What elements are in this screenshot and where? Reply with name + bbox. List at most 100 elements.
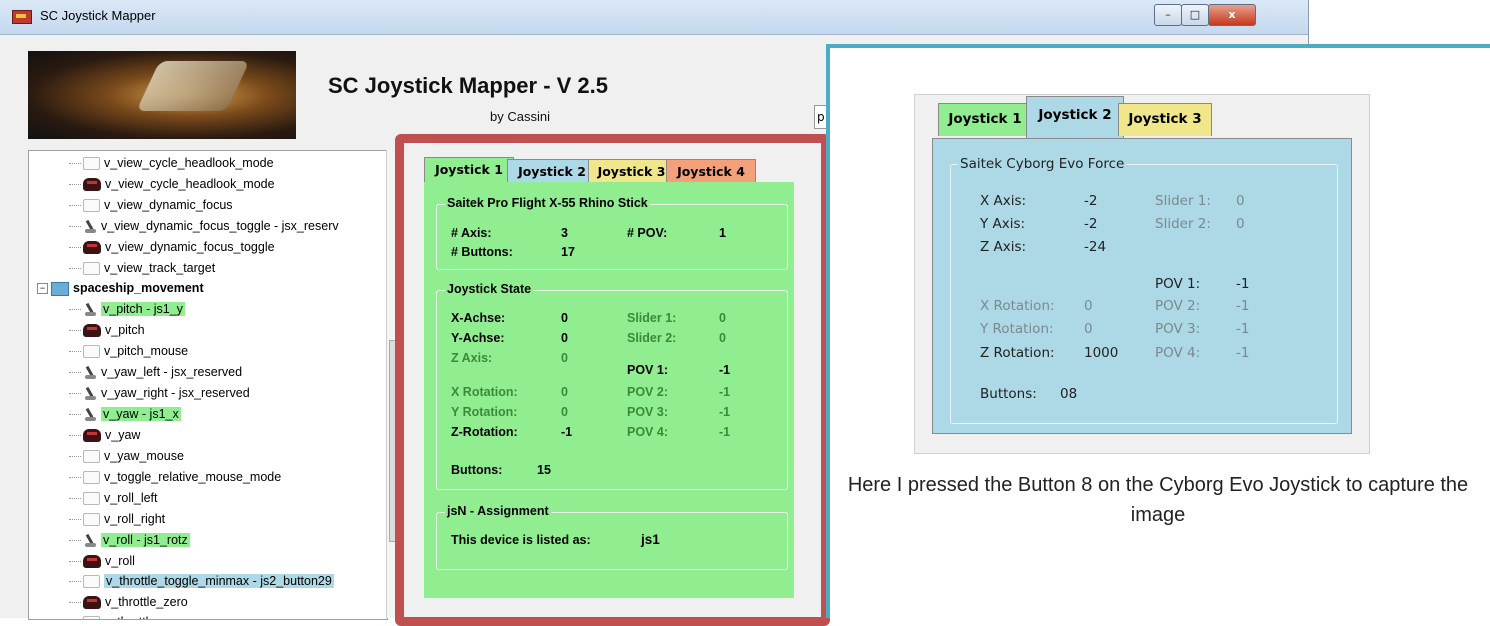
gamepad-icon [83,596,101,610]
tree-item[interactable]: v_roll [69,551,135,571]
overlay-tab-joystick-2[interactable]: Joystick 2 [1026,96,1124,139]
tree-item[interactable]: v_view_dynamic_focus_toggle - jsx_reserv [69,216,339,236]
tree-item-label: v_view_dynamic_focus [104,198,233,212]
keyboard-icon [83,157,100,171]
keyboard-icon [83,575,100,589]
overlay-pov-2-value: -1 [1236,298,1250,314]
tree-item[interactable]: v_view_cycle_headlook_mode [69,174,275,194]
overlay-tab-joystick-3[interactable]: Joystick 3 [1118,103,1212,136]
overlay-pov-4-value: -1 [1236,345,1250,361]
tree-item-label: v_roll [105,554,135,568]
gamepad-icon [83,178,101,192]
tree-item[interactable]: v_pitch - js1_y [69,299,185,319]
overlay-y-axis-label: Y Axis: [980,216,1026,232]
y-axis-value: 0 [561,331,568,345]
tree-item[interactable]: v_throttle_zero [69,612,187,619]
pov-2-label: POV 2: [627,385,668,399]
assignment-title: jsN - Assignment [445,504,551,518]
tree-item[interactable]: v_view_dynamic_focus_toggle [69,237,275,257]
device-name: Saitek Pro Flight X-55 Rhino Stick [445,196,650,210]
tree-group-spaceship-movement[interactable]: − spaceship_movement [37,278,204,298]
overlay-pov-1-value: -1 [1236,276,1250,292]
tree-item-label: v_view_cycle_headlook_mode [105,177,275,191]
action-tree[interactable]: v_view_cycle_headlook_mode v_view_cycle_… [28,150,388,620]
tree-item[interactable]: v_roll - js1_rotz [69,530,190,550]
z-rotation-label: Z-Rotation: [451,425,518,439]
z-axis-value: 0 [561,351,568,365]
tree-item-label: v_yaw_left - jsx_reserved [101,365,243,379]
tab-joystick-2[interactable]: Joystick 2 [507,159,597,184]
tree-item[interactable]: v_yaw - js1_x [69,404,181,424]
keyboard-icon [83,513,100,527]
tree-item-label: v_roll_right [104,512,166,526]
z-axis-label: Z Axis: [451,351,493,365]
overlay-buttons-value: 08 [1060,386,1078,402]
close-button[interactable]: x [1208,4,1256,26]
tree-item[interactable]: v_yaw [69,425,140,445]
tree-item[interactable]: v_view_dynamic_focus [69,195,233,215]
tree-item[interactable]: v_pitch [69,320,145,340]
overlay-y-rotation-value: 0 [1084,321,1093,337]
tree-item[interactable]: v_yaw_right - jsx_reserved [69,383,250,403]
tree-item-label: v_view_track_target [104,261,216,275]
axis-count-label: # Axis: [451,226,492,240]
assignment-value: js1 [641,532,660,547]
title-bar[interactable]: SC Joystick Mapper – □ x [0,0,1308,35]
joystick-icon [83,408,97,422]
pov-4-label: POV 4: [627,425,668,439]
collapse-toggle[interactable]: − [37,283,48,295]
keyboard-icon [83,450,100,464]
tree-item-label: v_toggle_relative_mouse_mode [104,470,282,484]
tree-item[interactable]: v_view_track_target [69,258,215,278]
tab-joystick-3[interactable]: Joystick 3 [588,159,675,184]
joystick-icon [83,220,97,234]
axis-count-value: 3 [561,226,568,240]
folder-icon [51,281,69,296]
tree-item[interactable]: v_throttle_toggle_minmax - js2_button29 [69,571,334,591]
overlay-pov-2-label: POV 2: [1155,298,1201,314]
minimize-button[interactable]: – [1154,4,1182,26]
tab-joystick-1[interactable]: Joystick 1 [424,157,514,183]
overlay-pov-3-value: -1 [1236,321,1250,337]
tree-item-label: v_pitch_mouse [104,344,189,358]
tree-item[interactable]: v_view_cycle_headlook_mode [69,153,274,173]
tree-item[interactable]: v_pitch_mouse [69,341,188,361]
joystick-icon [83,366,97,380]
tree-item[interactable]: v_roll_left [69,488,158,508]
overlay-x-rotation-value: 0 [1084,298,1093,314]
tree-item-label: v_roll_left [104,491,158,505]
keyboard-icon [83,199,100,213]
assignment-group: jsN - Assignment This device is listed a… [436,504,788,570]
tree-group-label: spaceship_movement [73,281,204,295]
overlay-pov-3-label: POV 3: [1155,321,1201,337]
tree-item-label: v_roll - js1_rotz [101,533,190,547]
x-rotation-value: 0 [561,385,568,399]
tab-joystick-4[interactable]: Joystick 4 [666,159,756,184]
slider-1-value: 0 [719,311,726,325]
overlay-tab-joystick-1[interactable]: Joystick 1 [938,103,1032,136]
overlay-slider-2-label: Slider 2: [1155,216,1211,232]
joystick-panel: Saitek Pro Flight X-55 Rhino Stick # Axi… [424,182,794,598]
pov-1-value: -1 [719,363,731,377]
pov-count-label: # POV: [627,226,668,240]
gamepad-icon [83,241,101,255]
overlay-z-axis-value: -24 [1084,239,1107,255]
tree-item[interactable]: v_roll_right [69,509,165,529]
overlay-x-rotation-label: X Rotation: [980,298,1055,314]
tree-item[interactable]: v_yaw_mouse [69,446,184,466]
tree-item[interactable]: v_throttle_zero [69,592,188,612]
keyboard-icon [83,616,100,619]
pov-1-label: POV 1: [627,363,668,377]
tree-item[interactable]: v_yaw_left - jsx_reserved [69,362,242,382]
maximize-button[interactable]: □ [1181,4,1209,26]
overlay-z-axis-label: Z Axis: [980,239,1027,255]
joystick-icon [83,303,97,317]
slider-1-label: Slider 1: [627,311,677,325]
slider-2-value: 0 [719,331,726,345]
overlay-buttons-label: Buttons: [980,386,1037,402]
tree-item-label: v_pitch - js1_y [101,302,185,316]
x-axis-label: X-Achse: [451,311,506,325]
pov-2-value: -1 [719,385,731,399]
x-rotation-label: X Rotation: [451,385,518,399]
tree-item[interactable]: v_toggle_relative_mouse_mode [69,467,281,487]
